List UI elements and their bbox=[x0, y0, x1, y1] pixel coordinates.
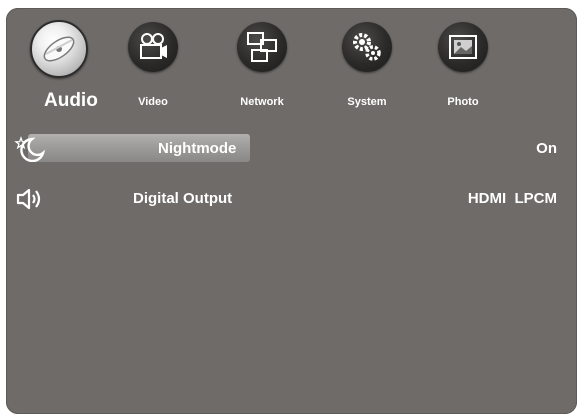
setting-label-digital-output: Digital Output bbox=[133, 190, 233, 207]
setting-label-nightmode: Nightmode bbox=[158, 140, 237, 157]
speaker-icon bbox=[12, 186, 46, 212]
moon-icon bbox=[12, 136, 46, 163]
photo-icon bbox=[438, 22, 488, 72]
tab-network[interactable]: Network bbox=[207, 22, 317, 122]
tab-photo[interactable]: Photo bbox=[408, 22, 518, 122]
tab-system-label: System bbox=[347, 96, 387, 108]
disc-icon bbox=[30, 20, 88, 78]
tab-video-label: Video bbox=[138, 96, 168, 108]
setting-row-digital-output[interactable]: Digital Output HDMI LPCM bbox=[6, 184, 577, 214]
tab-video[interactable]: Video bbox=[98, 22, 208, 122]
settings-screen: Audio Video Network System Photo Nightmo… bbox=[6, 8, 577, 414]
setting-value-digital-output[interactable]: HDMI LPCM bbox=[468, 190, 557, 207]
setting-row-nightmode[interactable]: Nightmode On bbox=[6, 134, 577, 164]
network-icon bbox=[237, 22, 287, 72]
tab-photo-label: Photo bbox=[447, 96, 479, 108]
projector-icon bbox=[128, 22, 178, 72]
gears-icon bbox=[342, 22, 392, 72]
setting-value-nightmode[interactable]: On bbox=[536, 140, 557, 157]
tab-network-label: Network bbox=[240, 96, 284, 108]
tab-system[interactable]: System bbox=[312, 22, 422, 122]
